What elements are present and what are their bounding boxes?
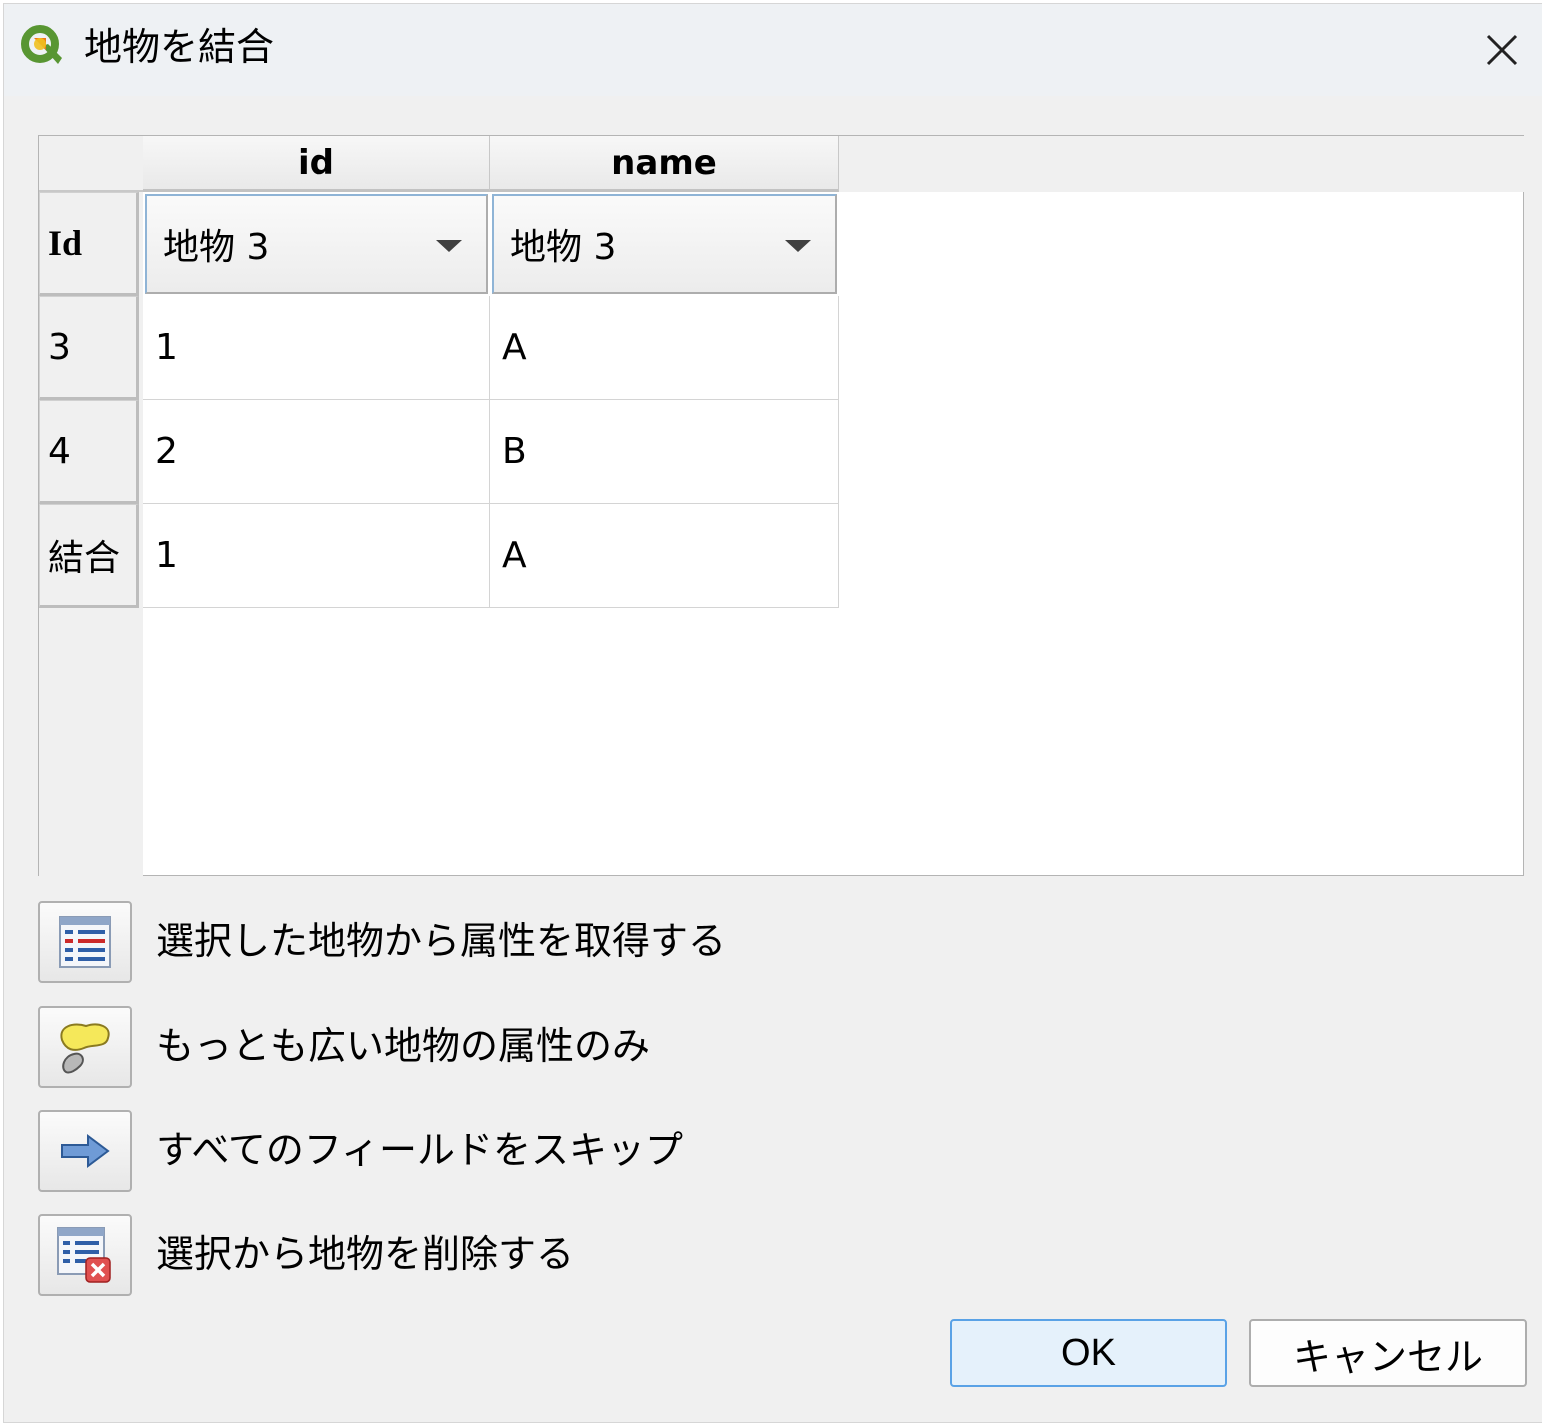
largest-polygon-icon: [60, 1023, 110, 1074]
table-corner: [39, 136, 143, 192]
header-filler: [839, 136, 1524, 192]
title-bar: 地物を結合: [4, 4, 1542, 96]
table-cell-id[interactable]: 2: [143, 400, 490, 504]
row-header-3[interactable]: 3: [39, 296, 139, 400]
id-source-combo[interactable]: 地物 3: [145, 194, 488, 294]
remove-feature-label: 選択から地物を削除する: [156, 1232, 575, 1276]
table-cell-name[interactable]: B: [490, 400, 839, 504]
id-source-value: 地物 3: [163, 227, 270, 268]
chevron-down-icon: [785, 240, 811, 252]
largest-feature-button[interactable]: [38, 1006, 132, 1088]
column-header-id[interactable]: id: [143, 136, 490, 192]
close-button[interactable]: [1470, 18, 1534, 82]
largest-feature-label: もっとも広い地物の属性のみ: [156, 1024, 651, 1068]
table-attributes-icon: [59, 916, 111, 968]
table-cell-name[interactable]: A: [490, 296, 839, 400]
merge-features-dialog: 地物を結合 id name Id 地物 3 地物 3 3 1 A 4 2 B 結…: [4, 4, 1542, 1422]
row-header-merged[interactable]: 結合: [39, 504, 139, 608]
chevron-down-icon: [436, 240, 462, 252]
row-header-4[interactable]: 4: [39, 400, 139, 504]
name-source-value: 地物 3: [510, 227, 617, 268]
take-attributes-button[interactable]: [38, 901, 132, 983]
arrow-right-icon: [61, 1134, 110, 1168]
window-title: 地物を結合: [84, 25, 275, 69]
column-header-name[interactable]: name: [490, 136, 839, 192]
table-remove-icon: [57, 1227, 111, 1283]
name-source-combo[interactable]: 地物 3: [492, 194, 837, 294]
take-attributes-label: 選択した地物から属性を取得する: [156, 919, 727, 963]
cancel-button[interactable]: キャンセル: [1249, 1319, 1527, 1387]
row-header-selector[interactable]: Id: [39, 192, 139, 296]
remove-feature-button[interactable]: [38, 1214, 132, 1296]
ok-button[interactable]: OK: [950, 1319, 1227, 1387]
table-cell-id[interactable]: 1: [143, 296, 490, 400]
qgis-logo-icon: [21, 25, 62, 64]
table-cell-id[interactable]: 1: [143, 504, 490, 608]
close-icon: [1486, 34, 1518, 66]
table-cell-name[interactable]: A: [490, 504, 839, 608]
skip-all-button[interactable]: [38, 1110, 132, 1192]
skip-all-label: すべてのフィールドをスキップ: [156, 1128, 684, 1172]
attribute-table[interactable]: id name Id 地物 3 地物 3 3 1 A 4 2 B 結合 1 A: [38, 135, 1524, 876]
